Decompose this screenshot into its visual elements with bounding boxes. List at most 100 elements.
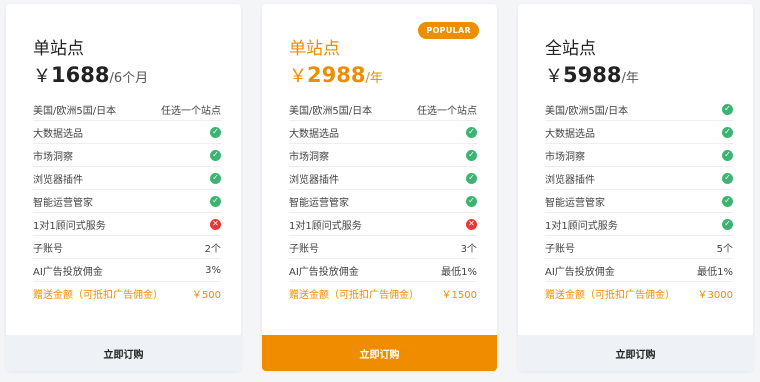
feature-value: 3个	[460, 243, 477, 255]
pricing-section: 单站点 ￥1688/6个月 美国/欧洲5国/日本 任选一个站点 大数据选品 ✓ 市场…	[0, 0, 760, 382]
feature-row: 浏览器插件 ✓	[289, 167, 477, 190]
feature-label: 子账号	[33, 243, 63, 255]
feature-list: 美国/欧洲5国/日本 任选一个站点 大数据选品 ✓ 市场洞察 ✓ 浏览器插件 ✓ 智能运…	[289, 98, 477, 304]
feature-value: 3%	[205, 264, 221, 276]
price-amount: 5988	[563, 63, 622, 87]
feature-label: AI广告投放佣金	[289, 266, 359, 278]
feature-label: 浏览器插件	[289, 174, 339, 186]
feature-label: 市场洞察	[289, 151, 329, 163]
feature-label: 浏览器插件	[545, 174, 595, 186]
feature-list: 美国/欧洲5国/日本 任选一个站点 大数据选品 ✓ 市场洞察 ✓ 浏览器插件 ✓ 智能运…	[33, 98, 221, 304]
feature-label: 大数据选品	[545, 128, 595, 140]
feature-value: 2个	[204, 243, 221, 255]
feature-label: 美国/欧洲5国/日本	[289, 105, 373, 117]
feature-label: 1对1顾问式服务	[289, 220, 362, 232]
check-icon: ✓	[210, 126, 221, 138]
check-icon: ✓	[466, 195, 477, 207]
feature-row-bonus: 赠送金额（可抵扣广告佣金） ￥500	[33, 282, 221, 304]
feature-label: 赠送金额（可抵扣广告佣金）	[289, 289, 419, 301]
check-icon: ✓	[722, 172, 733, 184]
feature-row: 1对1顾问式服务 ✓	[545, 213, 733, 236]
feature-row: 大数据选品 ✓	[289, 121, 477, 144]
feature-row: 市场洞察 ✓	[33, 144, 221, 167]
feature-label: AI广告投放佣金	[33, 266, 103, 278]
feature-row: AI广告投放佣金 3%	[33, 259, 221, 282]
popular-badge: POPULAR	[418, 22, 479, 39]
price-unit: /年	[621, 71, 639, 86]
check-icon: ✓	[722, 195, 733, 207]
plan-title: 单站点	[289, 39, 340, 59]
feature-row: 美国/欧洲5国/日本 任选一个站点	[33, 98, 221, 121]
feature-row: 子账号 3个	[289, 236, 477, 259]
currency-symbol: ￥	[289, 66, 307, 87]
feature-label: 智能运营管家	[289, 197, 349, 209]
feature-list: 美国/欧洲5国/日本 ✓ 大数据选品 ✓ 市场洞察 ✓ 浏览器插件 ✓ 智能运营管家 ✓ …	[545, 98, 733, 304]
check-icon: ✓	[722, 126, 733, 138]
check-icon: ✓	[210, 149, 221, 161]
feature-row: 大数据选品 ✓	[545, 121, 733, 144]
subscribe-button[interactable]: 立即订购	[518, 335, 753, 371]
feature-row: 市场洞察 ✓	[289, 144, 477, 167]
subscribe-button[interactable]: 立即订购	[6, 335, 241, 371]
feature-label: AI广告投放佣金	[545, 266, 615, 278]
price-amount: 1688	[51, 63, 110, 87]
check-icon: ✓	[466, 149, 477, 161]
currency-symbol: ￥	[33, 66, 51, 87]
plan-price: ￥2988/年	[289, 62, 383, 88]
subscribe-button[interactable]: 立即订购	[262, 335, 497, 371]
feature-label: 1对1顾问式服务	[545, 220, 618, 232]
feature-label: 1对1顾问式服务	[33, 220, 106, 232]
feature-value: 5个	[716, 243, 733, 255]
feature-row: 子账号 2个	[33, 236, 221, 259]
feature-label: 浏览器插件	[33, 174, 83, 186]
check-icon: ✓	[722, 149, 733, 161]
price-unit: /年	[365, 71, 383, 86]
feature-label: 市场洞察	[33, 151, 73, 163]
feature-value: ￥3000	[697, 289, 733, 301]
feature-label: 美国/欧洲5国/日本	[33, 105, 117, 117]
plan-card-all-sites: 全站点 ￥5988/年 美国/欧洲5国/日本 ✓ 大数据选品 ✓ 市场洞察 ✓ 浏览器…	[518, 4, 753, 371]
feature-label: 市场洞察	[545, 151, 585, 163]
plan-card-single-6mo: 单站点 ￥1688/6个月 美国/欧洲5国/日本 任选一个站点 大数据选品 ✓ 市场…	[6, 4, 241, 371]
feature-value: 任选一个站点	[417, 105, 477, 117]
feature-row: 市场洞察 ✓	[545, 144, 733, 167]
plan-price: ￥1688/6个月	[33, 62, 148, 88]
feature-label: 赠送金额（可抵扣广告佣金）	[33, 289, 163, 301]
feature-label: 赠送金额（可抵扣广告佣金）	[545, 289, 675, 301]
check-icon: ✓	[722, 218, 733, 230]
feature-row: 大数据选品 ✓	[33, 121, 221, 144]
price-amount: 2988	[307, 63, 366, 87]
price-unit: /6个月	[109, 71, 149, 86]
cross-icon: ✕	[210, 218, 221, 230]
feature-value: 任选一个站点	[161, 105, 221, 117]
feature-row-bonus: 赠送金额（可抵扣广告佣金） ￥3000	[545, 282, 733, 304]
cross-icon: ✕	[466, 218, 477, 230]
feature-row: 1对1顾问式服务 ✕	[289, 213, 477, 236]
feature-label: 子账号	[545, 243, 575, 255]
feature-row: 子账号 5个	[545, 236, 733, 259]
feature-label: 大数据选品	[289, 128, 339, 140]
feature-label: 美国/欧洲5国/日本	[545, 105, 629, 117]
feature-value: 最低1%	[697, 266, 733, 278]
feature-row: 智能运营管家 ✓	[545, 190, 733, 213]
check-icon: ✓	[466, 126, 477, 138]
plan-title: 单站点	[33, 39, 84, 59]
feature-value: ￥1500	[441, 289, 477, 301]
feature-row: 智能运营管家 ✓	[289, 190, 477, 213]
feature-row: 浏览器插件 ✓	[545, 167, 733, 190]
check-icon: ✓	[210, 172, 221, 184]
plan-card-single-year: POPULAR 单站点 ￥2988/年 美国/欧洲5国/日本 任选一个站点 大数据…	[262, 4, 497, 371]
feature-label: 智能运营管家	[545, 197, 605, 209]
feature-row-bonus: 赠送金额（可抵扣广告佣金） ￥1500	[289, 282, 477, 304]
feature-value: ￥500	[191, 289, 221, 301]
check-icon: ✓	[722, 103, 733, 115]
feature-value: 最低1%	[441, 266, 477, 278]
feature-row: 智能运营管家 ✓	[33, 190, 221, 213]
plan-price: ￥5988/年	[545, 62, 639, 88]
feature-label: 智能运营管家	[33, 197, 93, 209]
feature-label: 大数据选品	[33, 128, 83, 140]
feature-row: 浏览器插件 ✓	[33, 167, 221, 190]
feature-row: AI广告投放佣金 最低1%	[289, 259, 477, 282]
feature-row: AI广告投放佣金 最低1%	[545, 259, 733, 282]
plan-title: 全站点	[545, 39, 596, 59]
